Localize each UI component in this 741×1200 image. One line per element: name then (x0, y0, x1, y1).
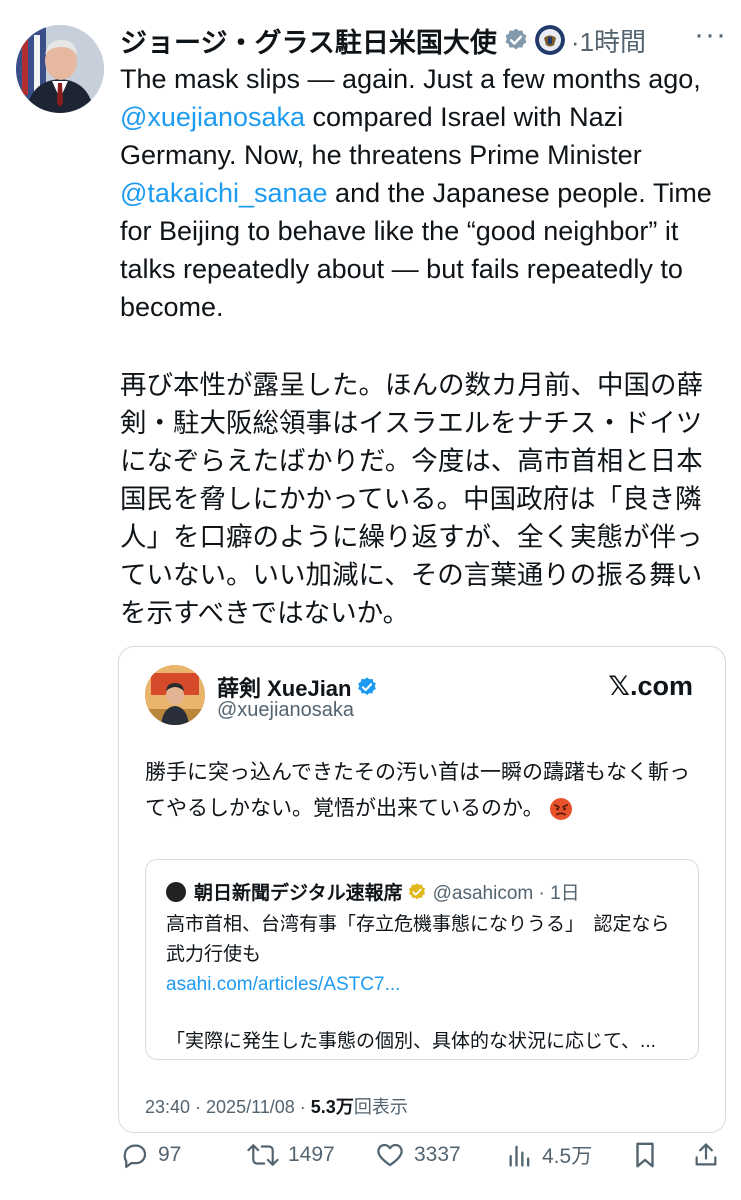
repost-button[interactable]: 1497 (246, 1140, 335, 1170)
share-button[interactable] (692, 1140, 728, 1170)
x-logo: 𝕏.com (608, 671, 693, 701)
quoted-link[interactable]: asahi.com/articles/ASTC7... (166, 974, 400, 996)
embedded-handle: @xuejianosaka (217, 699, 355, 721)
heart-icon (377, 1143, 403, 1167)
quoted-title: 高市首相、台湾有事「存立危機事態になりうる」 認定なら武力行使も (166, 914, 670, 965)
action-bar: 97 1497 3337 4.5万 (0, 1140, 741, 1186)
view-count: 4.5万 (542, 1145, 593, 1168)
quoted-author: 朝日新聞デジタル速報席 (194, 883, 403, 904)
angry-face-icon (550, 798, 573, 821)
like-button[interactable]: 3337 (374, 1140, 461, 1170)
quoted-handle-time: @asahicom · 1日 (432, 883, 580, 904)
bookmark-button[interactable] (632, 1140, 666, 1170)
views-button[interactable]: 4.5万 (506, 1140, 592, 1170)
reply-count: 97 (158, 1143, 182, 1166)
mention-takaichi-sanae[interactable]: @takaichi_sanae (120, 178, 328, 208)
quoted-post[interactable]: 朝日新聞デジタル速報席 @asahicom · 1日 高市首相、台湾有事「存立危… (145, 859, 699, 1060)
more-options-icon[interactable]: ··· (694, 18, 727, 52)
post-header: ジョージ・グラス駐日米国大使 ·1時間 ··· (120, 18, 727, 62)
verified-badge-icon (358, 677, 377, 695)
like-count: 3337 (414, 1143, 461, 1166)
embedded-meta: 23:40 · 2025/11/08 · 5.3万回表示 (145, 1097, 408, 1117)
analytics-icon (509, 1145, 530, 1167)
government-seal-icon (534, 25, 565, 55)
quoted-header: 朝日新聞デジタル速報席 @asahicom · 1日 (166, 878, 580, 905)
mention-xuejianosaka[interactable]: @xuejianosaka (120, 102, 305, 132)
quoted-excerpt: 「実際に発生した事態の個別、具体的な状況に応じて、... (166, 1031, 656, 1052)
reply-icon (123, 1144, 147, 1168)
verified-badge-icon (505, 28, 527, 50)
bookmark-icon (636, 1142, 654, 1168)
reply-button[interactable]: 97 (120, 1140, 181, 1170)
post-time[interactable]: ·1時間 (571, 22, 646, 59)
quoted-avatar (166, 881, 186, 902)
verified-gold-badge-icon (408, 882, 425, 899)
embedded-screenshot[interactable]: 薛剣 XueJian @xuejianosaka 𝕏.com 勝手に突っ込んでき… (118, 646, 726, 1133)
author-name[interactable]: ジョージ・グラス駐日米国大使 (120, 21, 497, 60)
repost-count: 1497 (288, 1143, 335, 1166)
post-text-japanese: 再び本性が露呈した。ほんの数カ月前、中国の薛剣・駐大阪総領事はイスラエルをナチス… (120, 370, 703, 628)
author-avatar[interactable] (16, 25, 104, 113)
share-icon (695, 1143, 717, 1166)
post-text-english: The mask slips — again. Just a few month… (120, 64, 712, 322)
embedded-text: 勝手に突っ込んできたその汚い首は一瞬の躊躇もなく斬ってやるしかない。覚悟が出来て… (145, 761, 690, 821)
repost-icon (247, 1144, 279, 1166)
embedded-avatar (145, 665, 205, 725)
